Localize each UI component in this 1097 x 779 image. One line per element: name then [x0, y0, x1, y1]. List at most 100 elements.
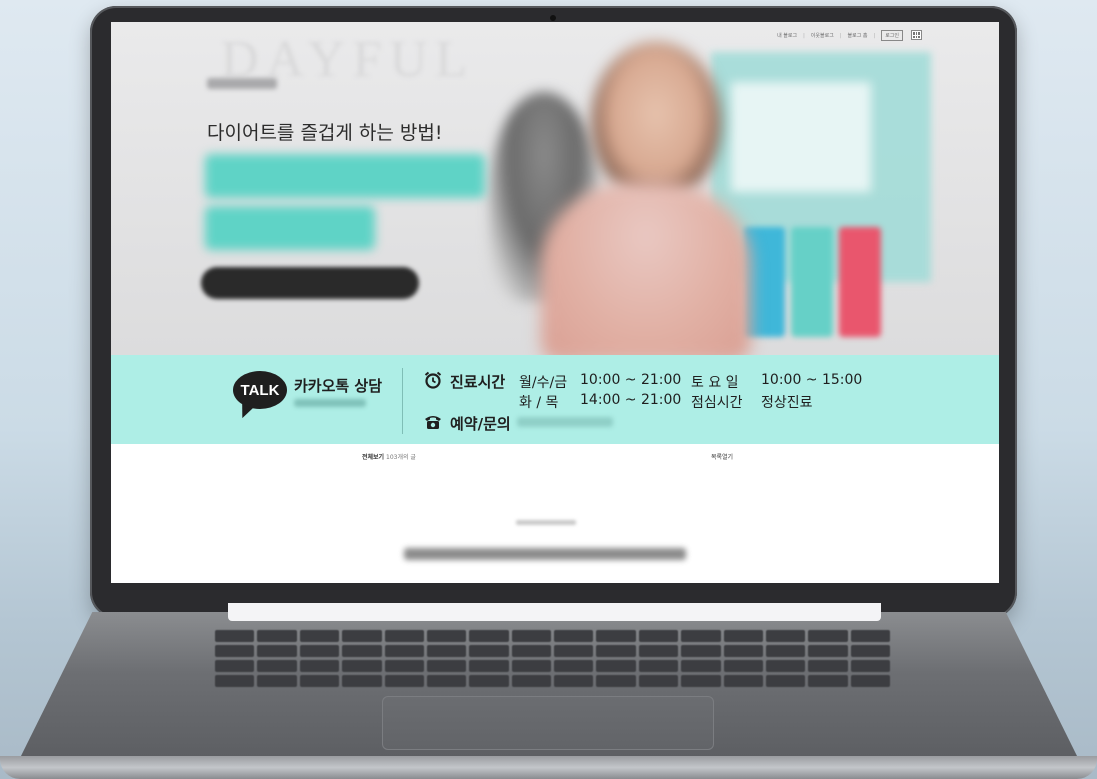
keyboard-key: [342, 675, 382, 687]
keyboard-key: [469, 675, 509, 687]
keyboard-key: [765, 645, 806, 657]
hours-row1-time2: 10:00 ~ 15:00: [761, 372, 863, 388]
post-category-blurred: [516, 520, 576, 525]
keyboard-key: [554, 660, 594, 672]
keyboard-key: [511, 645, 551, 657]
hours-row2-days: 화 / 목: [519, 395, 559, 411]
kakao-talk-badge[interactable]: TALK: [233, 371, 287, 409]
keyboard-key: [511, 660, 551, 672]
keyboard-key: [808, 660, 848, 672]
keyboard-key: [638, 675, 679, 687]
hours-row1-days: 월/수/금: [519, 375, 568, 391]
touchpad: [382, 696, 714, 750]
keyboard-key: [808, 630, 848, 642]
keyboard-key: [554, 675, 594, 687]
keyboard-key: [299, 630, 340, 642]
laptop-hinge: [228, 603, 881, 621]
hero-title-line-2: [205, 206, 375, 250]
post-title-blurred[interactable]: [404, 548, 686, 560]
kakao-id-blurred: [294, 399, 366, 407]
keyboard-key: [596, 660, 636, 672]
keyboard-key: [469, 645, 509, 657]
inquiry-label: 예약/문의: [450, 415, 511, 433]
keyboard-key: [469, 630, 509, 642]
keyboard-key: [426, 630, 467, 642]
keyboard-key: [765, 630, 806, 642]
keyboard-key: [808, 675, 848, 687]
screen: DAYFUL 다이어트를 즐겁게 하는 방법! 내 블로그 | 이웃블로그 | …: [111, 22, 999, 583]
keyboard-key: [681, 630, 721, 642]
webcam: [550, 15, 556, 21]
keyboard-key: [299, 660, 340, 672]
info-band: TALK 카카오톡 상담 진료시간 월/수/금 10:00 ~ 21:00 토 …: [111, 355, 999, 444]
keyboard-key: [723, 675, 763, 687]
keyboard-key: [469, 660, 509, 672]
hero-model-body: [541, 182, 751, 355]
keyboard-key: [638, 645, 679, 657]
keyboard-key: [257, 675, 297, 687]
keyboard-key: [342, 660, 382, 672]
hero-gift-box: [731, 82, 871, 192]
keyboard-key: [384, 645, 424, 657]
top-link-blog-home[interactable]: 블로그 홈: [848, 32, 868, 39]
keyboard-key: [681, 660, 721, 672]
keyboard-key: [554, 645, 594, 657]
keyboard-key: [299, 675, 340, 687]
keyboard-key: [299, 645, 340, 657]
top-link-my-blog[interactable]: 내 블로그: [777, 32, 797, 39]
hero-headline: 다이어트를 즐겁게 하는 방법!: [207, 122, 443, 144]
keyboard-key: [511, 675, 551, 687]
keyboard-key: [257, 645, 297, 657]
hours-label: 진료시간: [450, 373, 506, 391]
keyboard-key: [426, 660, 467, 672]
kakao-consult-title[interactable]: 카카오톡 상담: [294, 375, 382, 396]
keyboard-key: [511, 630, 551, 642]
product-bottle: [791, 227, 833, 337]
keyboard: [215, 630, 890, 688]
keyboard-key: [384, 630, 424, 642]
hours-row2-time2: 정상진료: [761, 395, 813, 411]
hours-row1-time: 10:00 ~ 21:00: [580, 372, 682, 388]
phone-icon: [425, 416, 441, 429]
product-bottle: [839, 227, 881, 337]
keyboard-key: [342, 630, 382, 642]
keyboard-key: [765, 660, 806, 672]
keyboard-key: [596, 645, 636, 657]
phone-number-blurred[interactable]: [517, 417, 613, 427]
keyboard-key: [384, 675, 424, 687]
hero-kicker: [207, 78, 277, 89]
keyboard-key: [850, 645, 890, 657]
keyboard-key: [215, 645, 255, 657]
keyboard-key: [554, 630, 594, 642]
hero-title-line-1: [205, 154, 485, 198]
hours-row2-time: 14:00 ~ 21:00: [580, 392, 682, 408]
laptop-base-edge: [0, 756, 1097, 779]
hero-banner[interactable]: DAYFUL 다이어트를 즐겁게 하는 방법! 내 블로그 | 이웃블로그 | …: [111, 22, 999, 355]
keyboard-key: [850, 675, 890, 687]
keyboard-key: [596, 675, 636, 687]
hours-row2-days2: 점심시간: [691, 395, 743, 411]
toggle-list-link[interactable]: 목록열기: [711, 452, 733, 461]
keyboard-key: [257, 660, 297, 672]
blog-top-links: 내 블로그 | 이웃블로그 | 블로그 홈 | 로그인: [777, 30, 903, 41]
keyboard-key: [850, 660, 890, 672]
keyboard-key: [384, 660, 424, 672]
login-button[interactable]: 로그인: [881, 30, 903, 41]
keyboard-key: [808, 645, 848, 657]
keyboard-key: [215, 630, 255, 642]
view-all-link[interactable]: 전체보기: [362, 454, 384, 461]
keyboard-key: [681, 675, 721, 687]
hero-cta-button[interactable]: [201, 267, 419, 299]
keyboard-key: [596, 630, 636, 642]
keyboard-key: [426, 675, 467, 687]
keyboard-key: [723, 630, 763, 642]
keyboard-key: [681, 645, 721, 657]
keyboard-key: [723, 645, 763, 657]
top-link-neighbor-blog[interactable]: 이웃블로그: [811, 32, 834, 39]
hero-model-face: [591, 42, 721, 202]
keyboard-key: [426, 645, 467, 657]
grid-icon[interactable]: [911, 30, 922, 40]
keyboard-key: [850, 630, 890, 642]
keyboard-key: [342, 645, 382, 657]
post-list-header[interactable]: 전체보기 103개의 글: [362, 452, 416, 461]
